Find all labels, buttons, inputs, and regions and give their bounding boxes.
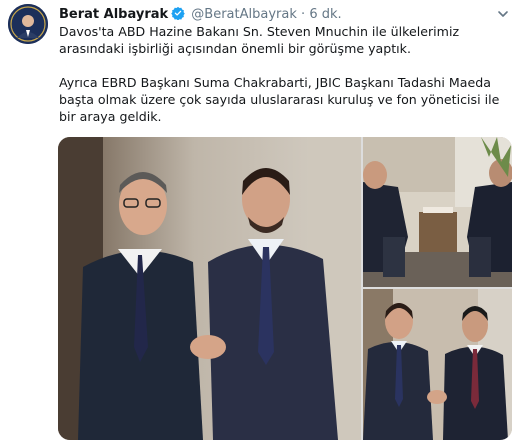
tweet-timestamp[interactable]: 6 dk. <box>309 7 341 22</box>
photo-handshake-main[interactable] <box>58 137 361 440</box>
tweet-text: Davos'ta ABD Hazine Bakanı Sn. Steven Mn… <box>59 23 509 125</box>
photo-handshake-second[interactable] <box>363 289 512 440</box>
tweet-paragraph-1: Davos'ta ABD Hazine Bakanı Sn. Steven Mn… <box>59 24 460 56</box>
media-grid <box>58 137 512 440</box>
avatar[interactable] <box>8 4 48 44</box>
author-handle[interactable]: @BeratAlbayrak <box>191 7 297 22</box>
photo-seated-meeting[interactable] <box>363 137 512 287</box>
separator-dot: · <box>301 7 306 22</box>
tweet-paragraph-2: Ayrıca EBRD Başkanı Suma Chakrabarti, JB… <box>59 75 500 124</box>
author-name[interactable]: Berat Albayrak <box>59 7 168 22</box>
chevron-down-icon[interactable] <box>496 6 510 20</box>
